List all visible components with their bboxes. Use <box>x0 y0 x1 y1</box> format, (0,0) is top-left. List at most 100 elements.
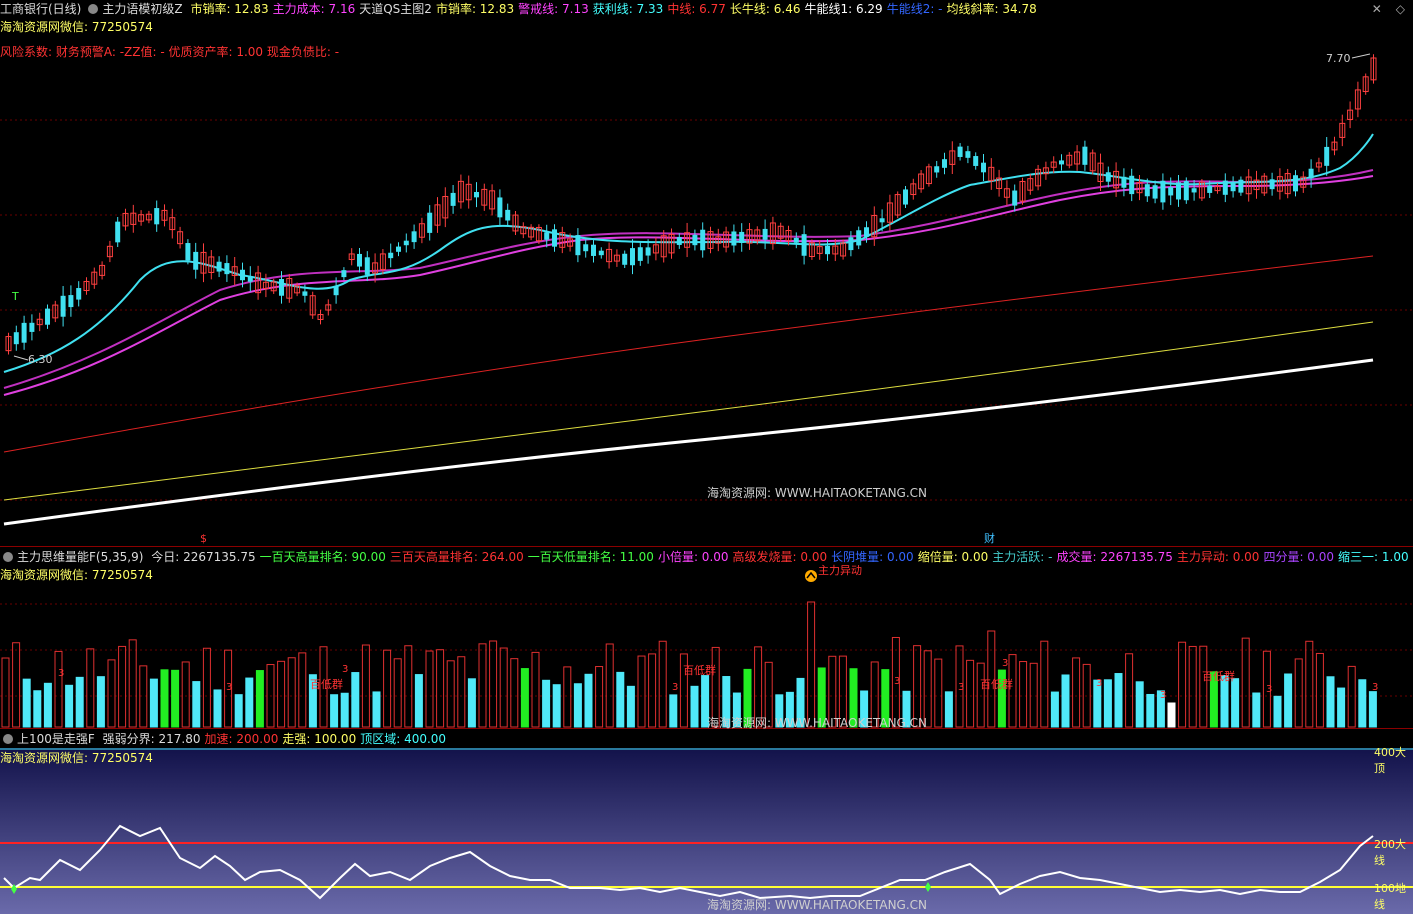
candle <box>1152 180 1158 204</box>
volume-bar <box>1103 679 1112 728</box>
candle <box>388 243 394 268</box>
volume-bar <box>1167 702 1176 728</box>
candle <box>193 242 199 279</box>
candle <box>700 222 706 258</box>
volume-bar <box>573 683 582 728</box>
volume-bar <box>1347 665 1356 728</box>
candle <box>996 169 1003 197</box>
candle <box>474 182 479 208</box>
volume-bar <box>372 691 381 728</box>
volume-bar <box>107 659 116 728</box>
candlesticks <box>5 54 1377 355</box>
candle <box>1019 177 1026 205</box>
candle <box>115 216 121 248</box>
candle <box>598 247 604 259</box>
volume-bar <box>43 682 52 728</box>
volume-value-11: 四分量: 0.00 <box>1263 550 1335 564</box>
candle <box>1347 101 1354 129</box>
volume-bar <box>96 676 105 728</box>
candle <box>739 223 745 252</box>
volume-bar <box>944 691 953 728</box>
volume-value-1: 一百天高量排名: 90.00 <box>259 550 386 564</box>
volume-mark-3: 3 <box>958 682 964 693</box>
volume-bar <box>1199 645 1208 728</box>
volume-bar <box>626 685 635 728</box>
strength-indicator-name[interactable]: 上100是走强F <box>17 732 95 746</box>
candle <box>1097 153 1104 192</box>
volume-bar <box>934 658 943 728</box>
volume-bar <box>149 678 158 728</box>
candle <box>169 208 176 239</box>
candle <box>52 300 59 323</box>
candle <box>505 203 511 227</box>
volume-bar <box>383 649 392 728</box>
candle <box>910 178 917 200</box>
volume-indicator-values: 今日: 2267135.75 一百天高量排名: 90.00 三百天高量排名: 264… <box>151 550 1413 564</box>
volume-bar <box>1178 641 1187 728</box>
bull-line-white <box>3 358 1374 526</box>
candle <box>1300 171 1307 193</box>
volume-bar <box>128 639 137 728</box>
candle <box>122 208 129 231</box>
candle <box>777 222 784 242</box>
candle <box>942 152 947 175</box>
candle <box>372 253 379 283</box>
candle <box>21 315 27 350</box>
volume-bar <box>457 656 466 728</box>
candle <box>1191 179 1197 201</box>
strength-watermark: 海淘资源网: WWW.HAITAOKETANG.CN <box>707 898 928 912</box>
candle <box>1331 136 1338 156</box>
candle <box>535 224 542 244</box>
volume-bar <box>1 657 10 728</box>
candle <box>988 158 995 190</box>
candle <box>528 224 535 241</box>
candle <box>403 233 409 253</box>
volume-bar <box>118 645 127 728</box>
candle <box>286 273 293 303</box>
volume-bar <box>1358 679 1367 728</box>
volume-bar <box>637 655 646 728</box>
volume-bar <box>584 673 593 728</box>
candle <box>76 281 82 307</box>
candle <box>918 170 925 193</box>
candle <box>1176 175 1181 207</box>
settings-icon[interactable] <box>3 552 13 562</box>
candle <box>1105 166 1111 188</box>
candle <box>660 230 667 263</box>
candle <box>396 242 401 257</box>
volume-bar <box>65 684 74 728</box>
candle <box>934 160 940 178</box>
candle <box>357 248 362 273</box>
candle <box>1121 168 1127 197</box>
volume-bar <box>287 657 296 728</box>
t-marker: T <box>11 290 19 303</box>
low-group-label-4: 百低群 <box>1202 670 1235 683</box>
volume-bar <box>33 690 42 728</box>
candle <box>1230 176 1236 198</box>
candle <box>465 175 472 209</box>
candle <box>1362 73 1369 95</box>
candle <box>497 189 503 226</box>
strength-value-0: 强弱分界: 217.80 <box>102 732 201 746</box>
volume-value-0: 今日: 2267135.75 <box>151 550 256 564</box>
strength-background <box>0 748 1413 914</box>
volume-indicator-name[interactable]: 主力思维量能F(5,35,9) <box>17 550 143 564</box>
settings-icon[interactable] <box>3 734 13 744</box>
s-marker: $ <box>200 532 207 545</box>
candle <box>29 314 35 341</box>
volume-bar <box>1061 674 1070 728</box>
volume-bar <box>1368 691 1377 728</box>
low-group-label-1: 百低群 <box>310 678 343 691</box>
main-chart[interactable]: 7.70 6.30 T $ 财 3 3 3 3 3 3 3 3 3 3 3 <box>0 0 1413 914</box>
volume-bar <box>1231 678 1240 728</box>
middle-line <box>3 255 1374 453</box>
low-group-label-2: 百低群 <box>683 664 716 677</box>
volume-bar <box>1072 657 1081 728</box>
candle <box>613 249 620 267</box>
candle <box>418 217 425 244</box>
candle <box>1276 168 1283 200</box>
volume-bar <box>361 644 370 728</box>
candle <box>481 183 488 211</box>
volume-bar <box>436 649 445 728</box>
cost-line <box>3 169 1374 389</box>
